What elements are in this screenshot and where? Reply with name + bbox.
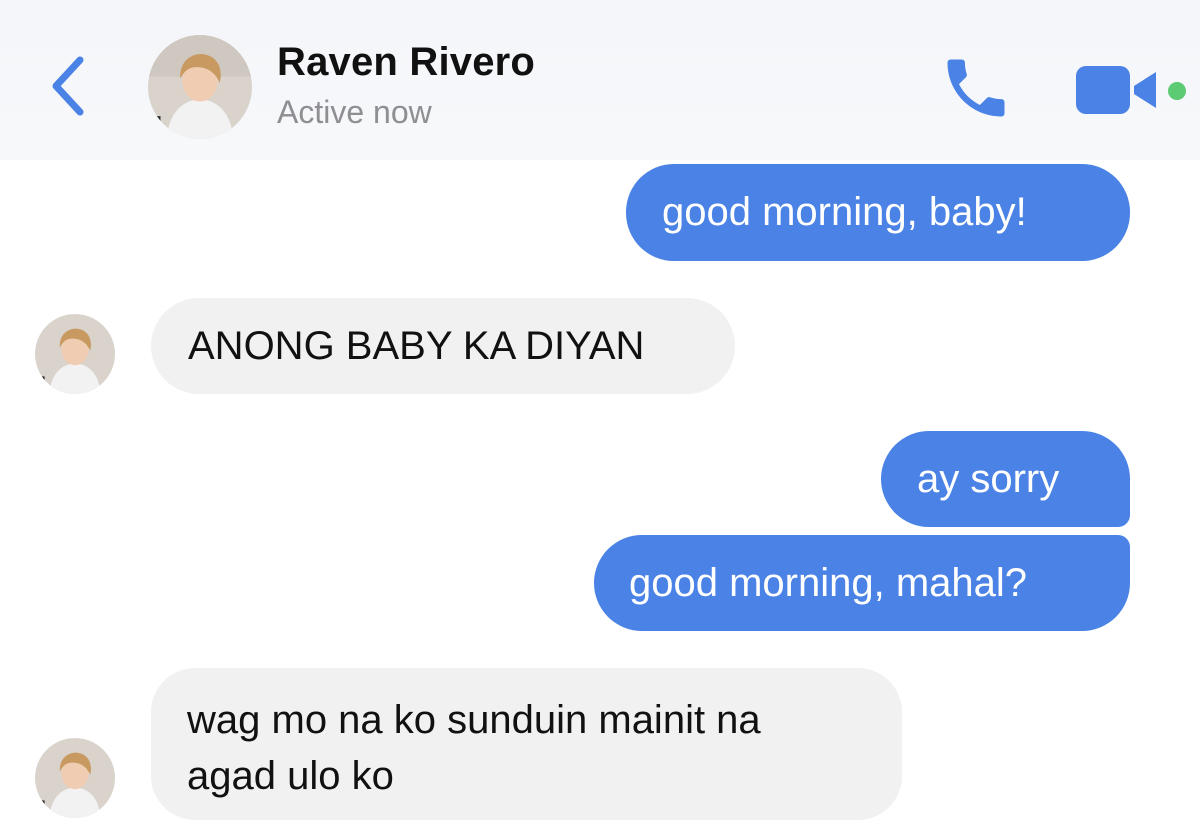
chevron-left-icon [52,56,84,116]
contact-name[interactable]: Raven Rivero [277,40,535,85]
message-text: ay sorry [917,457,1060,501]
chat-screen: Raven Rivero Active now good morning, ba… [0,0,1200,837]
avatar-photo [35,314,115,394]
video-camera-icon [1076,66,1156,114]
message-text: good morning, baby! [662,190,1027,234]
sender-avatar[interactable] [35,738,115,818]
incoming-message[interactable]: ANONG BABY KA DIYAN [151,298,735,394]
message-text-line: agad ulo ko [187,754,394,798]
chat-header: Raven Rivero Active now [0,0,1200,160]
call-button[interactable] [938,50,1014,126]
avatar-photo [35,738,115,818]
message-text: ANONG BABY KA DIYAN [188,324,645,368]
back-button[interactable] [40,48,100,124]
outgoing-message[interactable]: good morning, baby! [626,164,1130,261]
message-text-line: wag mo na ko sunduin mainit na [187,698,761,742]
online-indicator [1168,82,1186,100]
contact-avatar[interactable] [148,35,252,139]
avatar-photo [148,35,252,139]
sender-avatar[interactable] [35,314,115,394]
video-call-button[interactable] [1070,60,1166,120]
outgoing-message[interactable]: good morning, mahal? [594,535,1130,631]
incoming-message[interactable]: wag mo na ko sunduin mainit na agad ulo … [151,668,902,820]
phone-icon [947,59,1005,117]
outgoing-message[interactable]: ay sorry [881,431,1130,527]
message-text: good morning, mahal? [629,561,1028,605]
active-status: Active now [277,94,432,130]
